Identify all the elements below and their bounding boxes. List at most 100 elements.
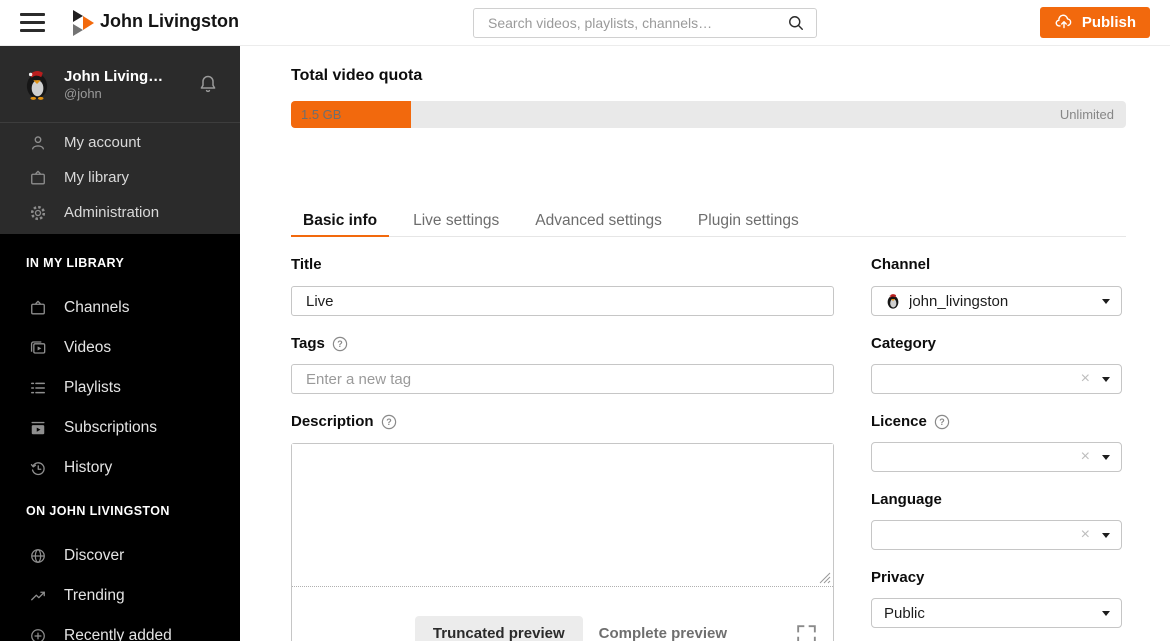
sidebar-item-label: My account	[64, 134, 141, 151]
category-label-text: Category	[871, 335, 937, 352]
description-textarea-wrap	[292, 444, 833, 587]
notifications-bell-icon[interactable]	[196, 72, 220, 96]
licence-label-text: Licence	[871, 413, 927, 430]
tab-advanced-settings[interactable]: Advanced settings	[523, 210, 674, 237]
sidebar-item-label: Channels	[64, 299, 130, 316]
sidebar-item-label: Trending	[64, 587, 125, 604]
sidebar-item-my-library[interactable]: My library	[0, 160, 240, 195]
tags-input[interactable]	[291, 364, 834, 394]
channel-select[interactable]: john_livingston	[871, 286, 1122, 316]
tab-plugin-settings[interactable]: Plugin settings	[686, 210, 811, 237]
sidebar-item-discover[interactable]: Discover	[0, 536, 240, 576]
title-label: Title	[291, 256, 322, 273]
tab-live-settings[interactable]: Live settings	[401, 210, 511, 237]
truncated-preview-button[interactable]: Truncated preview	[414, 616, 583, 641]
sidebar-item-administration[interactable]: Administration	[0, 195, 240, 230]
user-info: John Livingston @john	[64, 68, 196, 101]
section-header-library: IN MY LIBRARY	[26, 256, 125, 270]
language-select[interactable]: ×	[871, 520, 1122, 550]
videos-icon	[30, 341, 46, 354]
resize-grip[interactable]	[819, 572, 831, 584]
help-icon[interactable]: ?	[332, 336, 348, 352]
title-label-text: Title	[291, 256, 322, 273]
sidebar-item-videos[interactable]: Videos	[0, 328, 240, 368]
channel-label: Channel	[871, 256, 930, 273]
help-icon[interactable]: ?	[934, 414, 950, 430]
sidebar-item-recently-added[interactable]: Recently added	[0, 616, 240, 641]
chevron-down-icon	[1102, 454, 1110, 460]
licence-select[interactable]: ×	[871, 442, 1122, 472]
quota-used-label: 1.5 GB	[301, 107, 342, 122]
description-preview-controls: Truncated preview Complete preview	[292, 616, 833, 641]
maximize-icon	[797, 625, 816, 641]
channel-label-text: Channel	[871, 256, 931, 273]
chevron-down-icon	[1102, 298, 1110, 304]
user-menu[interactable]: John Livingston @john	[0, 46, 240, 122]
tv-icon	[31, 170, 45, 184]
subscriptions-icon	[31, 421, 45, 435]
description-textarea[interactable]	[292, 444, 833, 586]
quota-fill: 1.5 GB	[291, 101, 412, 128]
search-input[interactable]	[488, 15, 786, 31]
help-icon[interactable]: ?	[381, 414, 397, 430]
plus-circle-icon	[31, 629, 45, 641]
user-avatar	[26, 71, 48, 100]
tv-icon	[31, 300, 45, 315]
instance-nav: Discover Trending Recently added	[0, 536, 240, 641]
chevron-down-icon	[1102, 376, 1110, 382]
search-icon[interactable]	[786, 13, 806, 33]
chevron-down-icon	[1102, 532, 1110, 538]
publish-button[interactable]: Publish	[1039, 7, 1150, 38]
sidebar-item-label: Discover	[64, 547, 125, 564]
privacy-label-text: Privacy	[871, 569, 925, 586]
svg-text:?: ?	[939, 417, 945, 427]
person-icon	[31, 135, 44, 149]
sidebar-item-subscriptions[interactable]: Subscriptions	[0, 408, 240, 448]
quota-limit-label: Unlimited	[1059, 107, 1114, 122]
globe-icon	[31, 549, 45, 563]
privacy-select[interactable]: Public	[871, 598, 1122, 628]
sidebar-item-history[interactable]: History	[0, 448, 240, 488]
channel-value: john_livingston	[909, 292, 1009, 310]
clear-icon[interactable]: ×	[1081, 371, 1090, 387]
category-select[interactable]: ×	[871, 364, 1122, 394]
title-input[interactable]	[291, 286, 834, 316]
sidebar-item-label: Recently added	[64, 627, 172, 641]
sidebar-item-channels[interactable]: Channels	[0, 288, 240, 328]
publish-label: Publish	[1081, 14, 1136, 31]
sidebar: John Livingston @john My account	[0, 46, 240, 641]
sidebar-item-my-account[interactable]: My account	[0, 125, 240, 160]
sidebar-item-label: Administration	[64, 204, 160, 221]
library-nav: Channels Videos Playlists Subscriptions …	[0, 288, 240, 488]
main-content: Total video quota 1.5 GB Unlimited Basic…	[240, 46, 1170, 641]
channel-avatar	[887, 294, 899, 309]
tags-label-text: Tags	[291, 335, 325, 352]
tags-label: Tags ?	[291, 335, 348, 352]
sidebar-item-label: Playlists	[64, 379, 121, 396]
section-header-instance: ON JOHN LIVINGSTON	[26, 504, 170, 518]
description-editor: Truncated preview Complete preview	[291, 443, 834, 641]
quota-progressbar: 1.5 GB Unlimited	[291, 101, 1126, 128]
user-name: John Livingston	[64, 67, 168, 85]
sidebar-item-label: History	[64, 459, 113, 476]
peertube-logo-icon[interactable]	[71, 9, 95, 37]
clear-icon[interactable]: ×	[1081, 527, 1090, 543]
maximize-editor-button[interactable]	[794, 622, 819, 641]
quota-title: Total video quota	[291, 67, 423, 84]
history-clock-icon	[30, 462, 45, 476]
sidebar-item-trending[interactable]: Trending	[0, 576, 240, 616]
language-label-text: Language	[871, 491, 942, 508]
privacy-label: Privacy	[871, 569, 924, 586]
sidebar-item-playlists[interactable]: Playlists	[0, 368, 240, 408]
menu-toggle-icon[interactable]	[20, 13, 45, 32]
settings-tabs: Basic info Live settings Advanced settin…	[291, 210, 1126, 237]
tab-basic-info[interactable]: Basic info	[291, 210, 390, 237]
gear-icon	[30, 205, 46, 220]
top-header: John Livingston Publish	[0, 0, 1170, 46]
complete-preview-button[interactable]: Complete preview	[599, 616, 727, 641]
playlist-icon	[31, 382, 45, 394]
peertube-live-edit-page: John Livingston Publish	[0, 0, 1170, 641]
clear-icon[interactable]: ×	[1081, 449, 1090, 465]
description-label-text: Description	[291, 413, 374, 430]
svg-text:?: ?	[337, 339, 343, 349]
